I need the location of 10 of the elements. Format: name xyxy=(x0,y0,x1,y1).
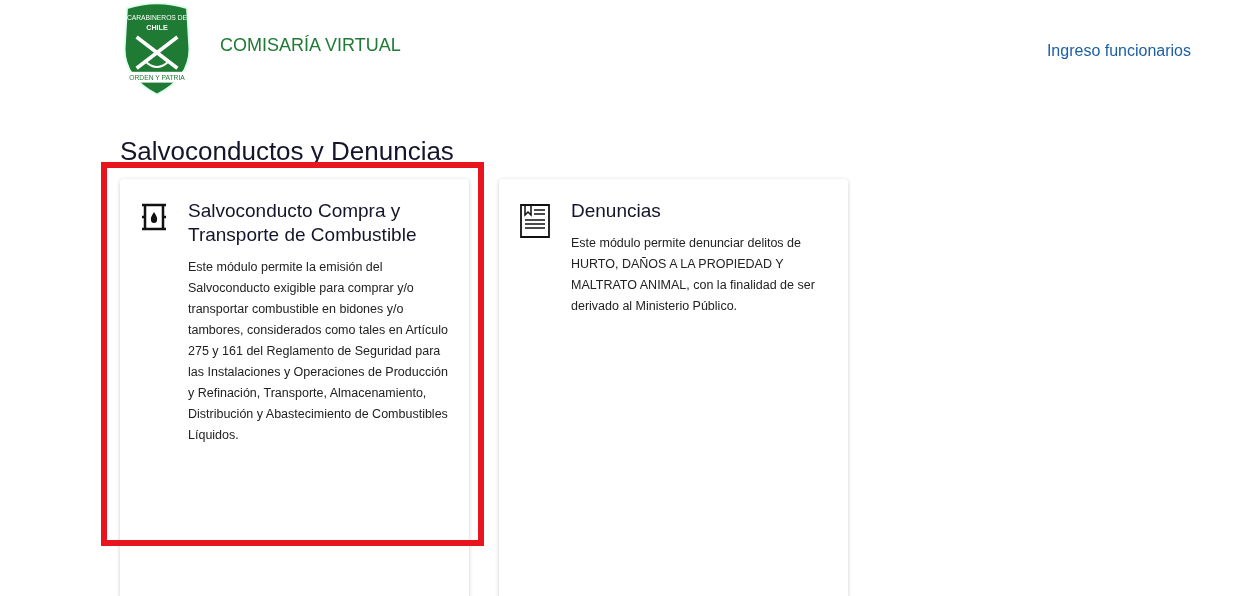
card-title: Salvoconducto Compra y Transporte de Combustible xyxy=(188,199,418,247)
card-description: Este módulo permite la emisión del Salvoconducto exigible para comprar y/o transportar combustible en bidones y/o tambores, considerados como tales en Artículo 275 y 161 del Reglamento de Seguridad para las Instalaciones y Operaciones de Producción y Refinación, Transporte, Almacenamiento, Distribución y Abastecimiento de Combustibles Líquidos. xyxy=(188,259,449,444)
card-description: Este módulo permite denunciar delitos de HURTO, DAÑOS A LA PROPIEDAD Y MALTRATO ANIMAL, con la finalidad de ser derivado al Ministerio Público. xyxy=(571,235,816,315)
document-icon xyxy=(519,203,551,239)
module-card[interactable] xyxy=(120,179,469,596)
card-title: Denuncias xyxy=(571,199,662,223)
fuel-barrel-icon xyxy=(140,203,168,231)
site-title: COMISARÍA VIRTUAL xyxy=(220,34,401,57)
module-card[interactable]: Denuncias Este módulo permite denunciar delitos de HURTO, DAÑOS A LA PROPIEDAD Y MALTRATO ANIMAL, con la finalidad de ser derivado al Ministerio Público. xyxy=(499,179,848,596)
staff-login-link[interactable]: Ingreso funcionarios xyxy=(1046,39,1191,63)
